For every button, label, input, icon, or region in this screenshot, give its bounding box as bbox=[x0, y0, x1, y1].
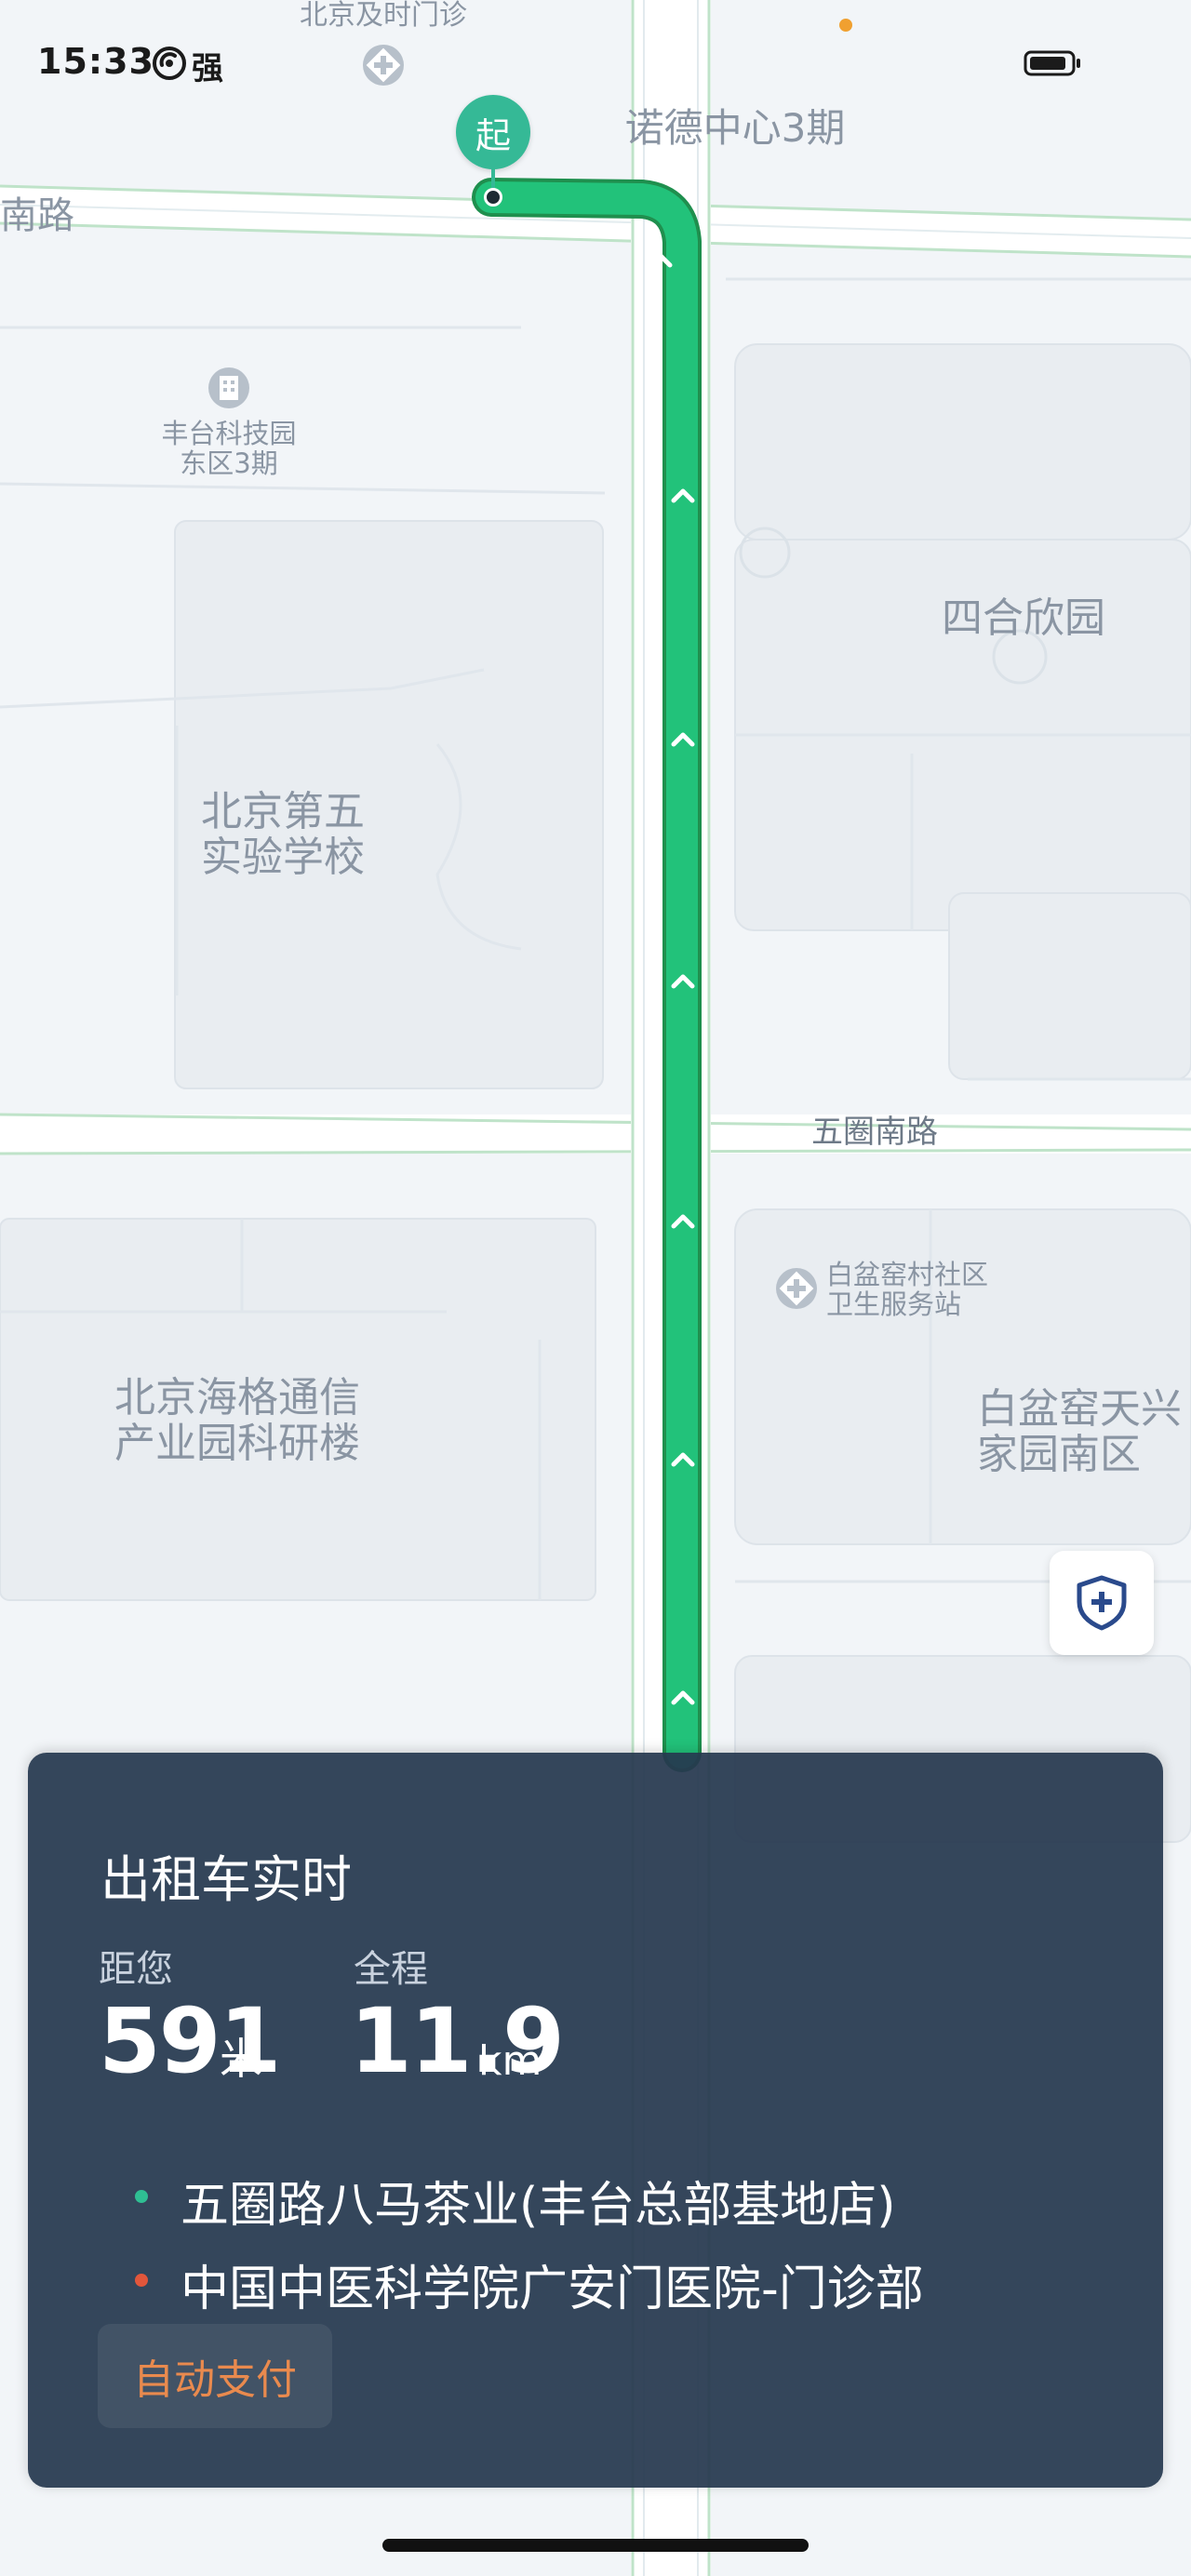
pickup-dot bbox=[135, 2190, 148, 2203]
map-label-wuquan: 五圈南路 bbox=[811, 1114, 938, 1151]
battery-icon bbox=[1024, 50, 1080, 76]
card-title: 出租车实时 bbox=[100, 1850, 352, 1909]
map-label-siheyuan[interactable]: 四合欣园 bbox=[912, 595, 1135, 642]
privacy-indicator-dot bbox=[839, 19, 852, 32]
distance-to-you-label: 距您 bbox=[99, 1948, 173, 1991]
total-distance-label: 全程 bbox=[354, 1948, 428, 1991]
map-label-baipen-clinic[interactable]: 白盆窑村社区 卫生服务站 bbox=[826, 1260, 1012, 1320]
map-label-fengtai[interactable]: 丰台科技园 东区3期 bbox=[145, 419, 313, 479]
office-building-icon bbox=[208, 367, 249, 408]
status-bar: 15:33 强 bbox=[0, 0, 1191, 121]
pickup-address: 五圈路八马茶业(丰台总部基地店) bbox=[181, 2178, 896, 2234]
map-label-tianxing[interactable]: 白盆窑天兴 家园南区 bbox=[977, 1386, 1191, 1478]
shield-plus-icon bbox=[1077, 1575, 1127, 1631]
start-marker-pin bbox=[484, 188, 502, 207]
destination-address: 中国中医科学院广安门医院-门诊部 bbox=[181, 2262, 924, 2317]
pickup-address-row[interactable]: 五圈路八马茶业(丰台总部基地店) bbox=[100, 2162, 1124, 2234]
trip-info-card[interactable]: 出租车实时 距您 591 米 全程 11.9 km 五圈路八马茶业(丰台总部基地… bbox=[28, 1753, 1163, 2488]
distance-to-you-unit: 米 bbox=[220, 2034, 262, 2084]
home-indicator[interactable] bbox=[382, 2539, 809, 2552]
map-label-school[interactable]: 北京第五 实验学校 bbox=[181, 789, 385, 881]
destination-address-row[interactable]: 中国中医科学院广安门医院-门诊部 bbox=[100, 2246, 1124, 2317]
auto-pay-badge[interactable]: 自动支付 bbox=[98, 2324, 332, 2428]
total-distance-unit: km bbox=[478, 2037, 542, 2085]
destination-dot bbox=[135, 2274, 148, 2287]
status-time: 15:33 bbox=[37, 41, 154, 82]
map-label-nanlu: 南路 bbox=[0, 194, 74, 237]
signal-strength-label: 强 bbox=[192, 50, 223, 87]
hospital-diamond-icon bbox=[776, 1268, 817, 1309]
safety-shield-button[interactable] bbox=[1050, 1551, 1154, 1655]
map-label-haige[interactable]: 北京海格通信 产业园科研楼 bbox=[93, 1375, 381, 1467]
signal-arc-icon bbox=[153, 47, 186, 80]
